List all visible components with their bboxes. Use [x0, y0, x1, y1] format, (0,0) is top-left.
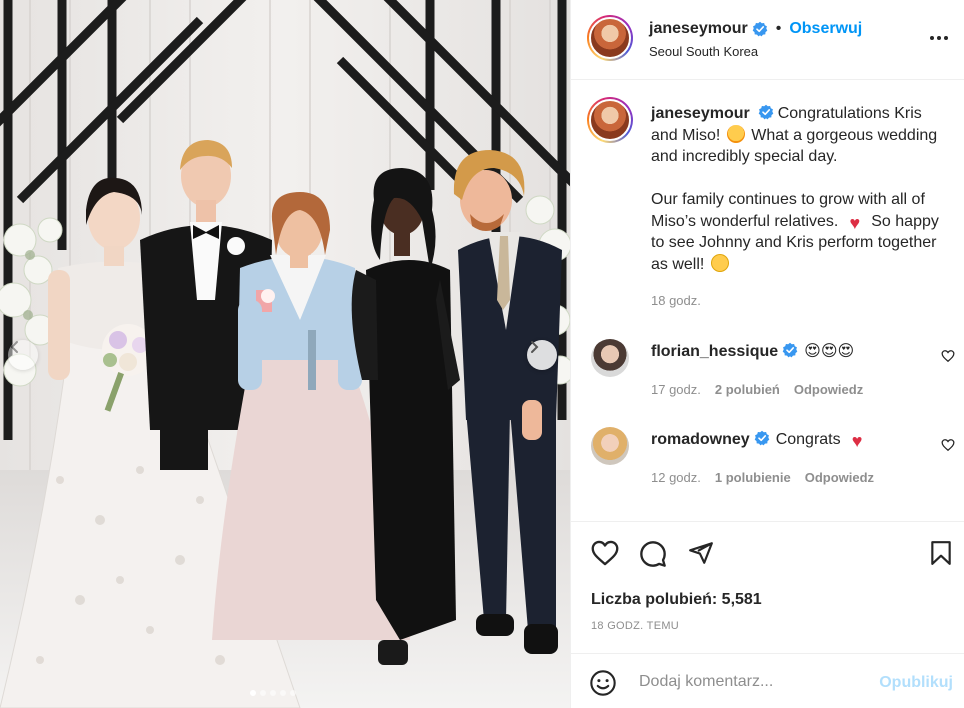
carousel-dot — [280, 690, 286, 696]
comment-body: romadowney Congrats ♥ — [651, 430, 869, 450]
save-bookmark-icon[interactable] — [929, 540, 953, 566]
post-timestamp: 18 GODZ. TEMU — [591, 620, 680, 632]
reply-button[interactable]: Odpowiedz — [794, 382, 863, 397]
carousel-dot — [250, 690, 256, 696]
verified-badge-icon — [758, 104, 774, 120]
carousel-indicator — [250, 690, 296, 696]
like-comment-heart-icon[interactable] — [941, 349, 955, 363]
commenter-avatar[interactable] — [591, 427, 629, 465]
post-caption: janeseymour Congratulations Kris and Mis… — [651, 103, 951, 275]
like-heart-icon[interactable] — [591, 540, 619, 566]
post-side-panel: janeseymour • Obserwuj Seoul South Korea… — [570, 0, 964, 708]
author-username[interactable]: janeseymour — [649, 20, 748, 38]
follow-button[interactable]: Obserwuj — [789, 20, 862, 38]
carousel-next-button[interactable] — [527, 340, 557, 370]
comment-body: florian_hessique 😍😍😍 — [651, 341, 854, 361]
comment-text: Congrats — [775, 431, 841, 448]
post-header: janeseymour • Obserwuj Seoul South Korea — [571, 0, 964, 80]
comment-username[interactable]: romadowney — [651, 431, 750, 448]
separator-dot: • — [775, 20, 782, 37]
emoji-picker-icon[interactable] — [589, 669, 617, 697]
post-actions: Liczba polubień: 5,581 18 GODZ. TEMU — [571, 521, 964, 651]
post-photo[interactable] — [0, 0, 570, 708]
carousel-prev-button[interactable] — [8, 340, 38, 370]
wedding-photo-illustration — [0, 0, 570, 708]
verified-badge-icon — [754, 430, 769, 446]
chevron-right-icon — [531, 341, 539, 353]
verified-badge-icon — [782, 342, 798, 358]
reply-button[interactable]: Odpowiedz — [805, 470, 874, 485]
comment-username[interactable]: florian_hessique — [651, 343, 778, 360]
verified-badge-icon — [752, 21, 768, 37]
chevron-left-icon — [10, 341, 18, 353]
comment-likes[interactable]: 2 polubień — [715, 382, 780, 397]
smiling-face-with-hearts-emoji — [726, 124, 745, 143]
likes-count[interactable]: Liczba polubień: 5,581 — [591, 591, 762, 609]
comments-section[interactable]: janeseymour Congratulations Kris and Mis… — [571, 81, 964, 521]
caption-author-avatar[interactable] — [587, 97, 633, 143]
carousel-dot — [270, 690, 276, 696]
carousel-dot — [260, 690, 266, 696]
comment-meta: 12 godz. 1 polubienie Odpowiedz — [651, 470, 888, 485]
add-comment-input[interactable] — [639, 668, 859, 696]
comment-bubble-icon[interactable] — [639, 540, 667, 568]
red-heart-emoji: ♥ — [849, 212, 861, 233]
more-horizontal-icon[interactable] — [929, 28, 949, 48]
like-comment-heart-icon[interactable] — [941, 438, 955, 452]
comment-time[interactable]: 12 godz. — [651, 470, 701, 485]
comment-likes[interactable]: 1 polubienie — [715, 470, 791, 485]
share-send-icon[interactable] — [687, 540, 715, 566]
carousel-dot — [290, 690, 296, 696]
red-heart-emoji: ♥ — [851, 431, 863, 451]
caption-time[interactable]: 18 godz. — [651, 293, 701, 308]
caption-username[interactable]: janeseymour — [651, 105, 750, 122]
comment-time[interactable]: 17 godz. — [651, 382, 701, 397]
author-line: janeseymour • Obserwuj — [649, 20, 862, 38]
comment-meta: 17 godz. 2 polubień Odpowiedz — [651, 382, 877, 397]
add-comment-bar: Opublikuj — [571, 653, 964, 708]
commenter-avatar[interactable] — [591, 339, 629, 377]
author-avatar[interactable] — [587, 15, 633, 61]
post-location[interactable]: Seoul South Korea — [649, 44, 758, 59]
smiling-face-emoji — [710, 253, 729, 272]
comment-text: 😍😍😍 — [804, 343, 855, 360]
publish-comment-button[interactable]: Opublikuj — [879, 674, 953, 692]
